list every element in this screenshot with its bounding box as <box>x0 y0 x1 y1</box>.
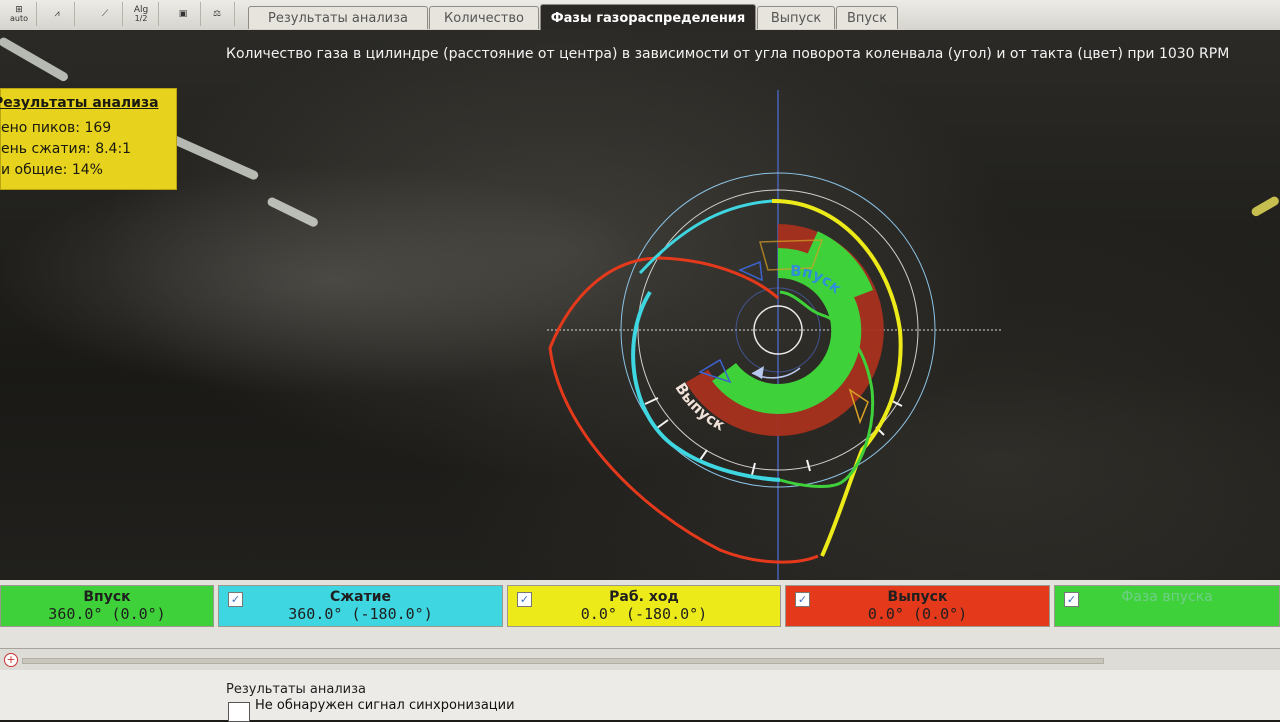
save-glyph: ▣ <box>178 9 188 19</box>
stroke-intake-phase-name: Фаза впуска <box>1121 589 1213 605</box>
stroke-intake[interactable]: Впуск 360.0° (0.0°) <box>0 585 214 627</box>
stroke-compression-name: Сжатие <box>329 589 392 605</box>
stroke-compression-checkbox[interactable]: ✓ <box>228 592 243 607</box>
auto-scale-caption: auto <box>9 14 28 23</box>
stroke-power[interactable]: ✓ Раб. ход 0.0° (-180.0°) <box>507 585 781 627</box>
stroke-intake-name: Впуск <box>83 589 131 605</box>
algorithm-caption: 1/2 <box>134 14 148 23</box>
stroke-intake-value: 360.0° (0.0°) <box>48 605 166 623</box>
results-title: Результаты анализа <box>226 682 366 697</box>
stroke-intake-phase[interactable]: ✓ Фаза впуска <box>1054 585 1280 627</box>
tab-valve-timing[interactable]: Фазы газораспределения <box>540 4 756 31</box>
stroke-exhaust-value: 0.0° (0.0°) <box>867 605 968 623</box>
stroke-power-checkbox[interactable]: ✓ <box>517 592 532 607</box>
toolbar: ⊞ auto ⩘ ⟋ Alg 1/2 ▣ ⚖ Результаты анализ… <box>0 0 1280 31</box>
sync-signal-message: Не обнаружен сигнал синхронизации <box>255 698 515 713</box>
timeline-row: + <box>0 648 1280 671</box>
stroke-intake-phase-checkbox[interactable]: ✓ <box>1064 592 1079 607</box>
balance-glyph: ⚖ <box>212 9 222 19</box>
rotation-arrowhead-icon <box>752 366 764 379</box>
tab-exhaust[interactable]: Выпуск <box>757 6 835 29</box>
curve-tool-icon[interactable]: ⟋ <box>88 2 123 26</box>
tab-intake[interactable]: Впуск <box>836 6 898 29</box>
timeline-slider[interactable] <box>22 658 1104 664</box>
compression-curve-upper <box>638 199 773 275</box>
results-panel: Результаты анализа Не обнаружен сигнал с… <box>0 670 1280 722</box>
stroke-compression[interactable]: ✓ Сжатие 360.0° (-180.0°) <box>218 585 503 627</box>
curve-tool-glyph: ⟋ <box>101 9 109 19</box>
tab-quantity[interactable]: Количество <box>429 6 539 29</box>
signal-mode-icon[interactable]: ⩘ <box>40 2 75 26</box>
balance-icon[interactable]: ⚖ <box>200 2 235 26</box>
scope-area: Количество газа в цилиндре (расстояние о… <box>0 30 1280 605</box>
valve-timing-wheel: Впуск Выпуск <box>547 90 1003 585</box>
auto-scale-icon[interactable]: ⊞ auto <box>2 2 37 26</box>
stroke-exhaust-checkbox[interactable]: ✓ <box>795 592 810 607</box>
stroke-bar: Впуск 360.0° (0.0°) ✓ Сжатие 360.0° (-18… <box>0 580 1280 650</box>
algorithm-icon[interactable]: Alg 1/2 <box>124 2 159 26</box>
save-icon[interactable]: ▣ <box>166 2 201 26</box>
stroke-exhaust[interactable]: ✓ Выпуск 0.0° (0.0°) <box>785 585 1050 627</box>
stroke-exhaust-name: Выпуск <box>887 589 948 605</box>
stroke-compression-value: 360.0° (-180.0°) <box>288 605 433 623</box>
tab-analysis-results[interactable]: Результаты анализа <box>248 6 428 29</box>
stroke-power-value: 0.0° (-180.0°) <box>580 605 708 623</box>
sync-signal-checkbox[interactable] <box>228 702 250 722</box>
add-icon[interactable]: + <box>4 653 18 667</box>
signal-mode-glyph: ⩘ <box>54 9 60 19</box>
stroke-power-name: Раб. ход <box>609 589 679 605</box>
